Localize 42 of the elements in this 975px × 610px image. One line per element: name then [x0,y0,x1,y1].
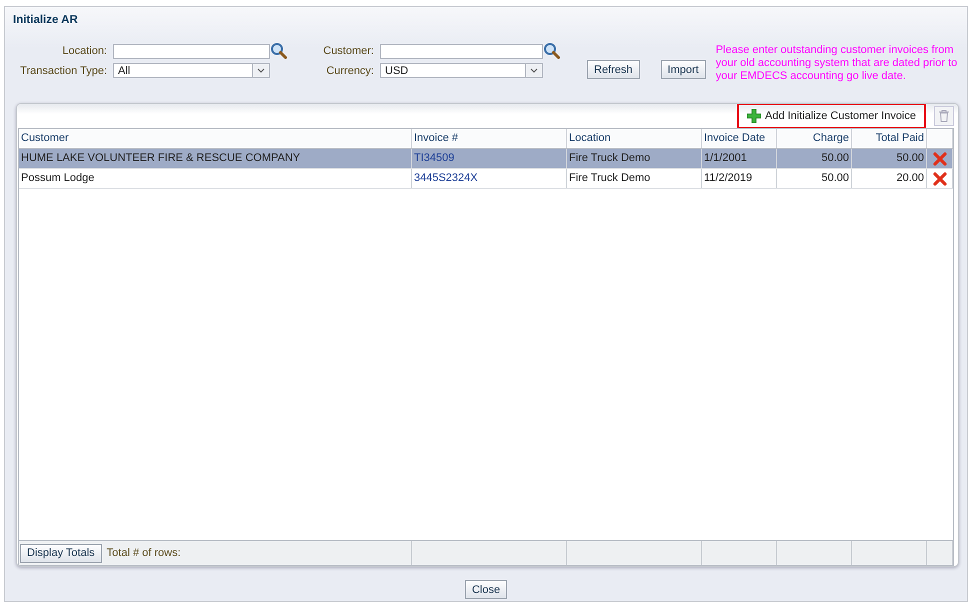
caret-icon[interactable] [252,64,269,77]
refresh-button[interactable]: Refresh [587,60,640,79]
table-cell: Possum Lodge [19,169,412,188]
table-cell: Fire Truck Demo [567,149,702,168]
table-row[interactable]: HUME LAKE VOLUNTEER FIRE & RESCUE COMPANY TI34509 Fire Truck Demo 1/1/2001 50.00 50.00 [19,149,953,169]
dropdown[interactable]: USD [380,63,543,78]
import-button[interactable]: Import [660,60,706,79]
invoice-link[interactable]: 3445S2324X [412,169,567,188]
column-header[interactable]: Charge [777,129,852,148]
column-header[interactable]: Invoice Date [702,129,777,148]
field-label: Location: [61,45,108,57]
search-icon[interactable] [270,42,288,60]
table-cell: 50.00 [777,149,852,168]
table-cell: HUME LAKE VOLUNTEER FIRE & RESCUE COMPANY [19,149,412,168]
caret-icon[interactable] [525,64,542,77]
input-field[interactable] [380,44,543,58]
field-label: Transaction Type: [19,64,108,76]
table-cell: 11/2/2019 [702,169,777,188]
delete-icon[interactable] [932,172,946,186]
table-cell: Fire Truck Demo [567,169,702,188]
notice-text: Please enter outstanding customer invoices from your old accounting system that are dated prior to your EMDECS accounting go live date. [716,44,958,83]
field-label: Currency: [325,64,375,76]
invoice-link[interactable]: TI34509 [412,149,567,168]
display-totals-button[interactable]: Display Totals [20,544,102,562]
search-icon[interactable] [543,42,561,60]
dropdown[interactable]: All [113,63,270,78]
input-field[interactable] [113,44,270,58]
window-title: Initialize AR [13,14,79,28]
trash-icon [939,110,949,122]
table-cell: 1/1/2001 [702,149,777,168]
rows-count-label: Total # of rows: [106,547,181,559]
table-cell: 20.00 [852,169,927,188]
table-cell: 50.00 [852,149,927,168]
column-header[interactable]: Invoice # [412,129,567,148]
column-header[interactable]: Location [567,129,702,148]
plus-icon [746,109,761,123]
add-button[interactable]: Add Initialize Customer Invoice [746,109,916,123]
table-cell: 50.00 [777,169,852,188]
column-header[interactable]: Total Paid [852,129,927,148]
column-header[interactable]: Customer [19,129,412,148]
field-label: Customer: [323,45,375,57]
close-button[interactable]: Close [464,580,508,599]
